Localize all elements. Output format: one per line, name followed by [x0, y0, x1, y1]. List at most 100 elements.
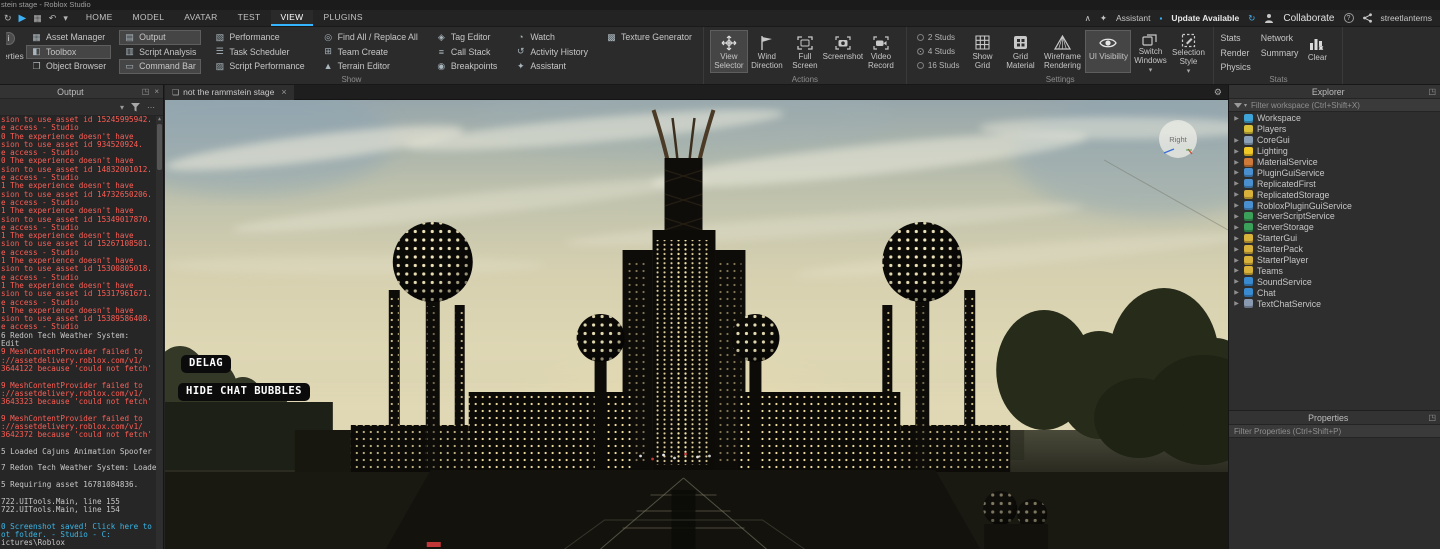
username-label[interactable]: streetlanterns	[1381, 13, 1433, 23]
explorer-tree-item[interactable]: ▶ CoreGui	[1229, 135, 1440, 146]
stud-radio-option[interactable]: 2 Studs	[917, 31, 960, 44]
switch-windows-button[interactable]: Switch Windows	[1131, 30, 1169, 73]
stats-toggle[interactable]: Network	[1261, 31, 1299, 46]
delag-overlay-button[interactable]: DELAG	[181, 355, 231, 373]
expand-arrow-icon[interactable]: ▶	[1233, 191, 1240, 198]
ribbon-toggle-button[interactable]: ⊞ Team Create	[318, 45, 423, 60]
expand-arrow-icon[interactable]: ▶	[1233, 224, 1240, 231]
explorer-tree-item[interactable]: ▶ ServerScriptService	[1229, 211, 1440, 222]
explorer-tree-item[interactable]: ▶ Lighting	[1229, 146, 1440, 157]
ribbon-tab[interactable]: MODEL	[123, 10, 175, 26]
expand-arrow-icon[interactable]: ▶	[1233, 169, 1240, 176]
explorer-tree-item[interactable]: ▶ ReplicatedFirst	[1229, 178, 1440, 189]
properties-filter-input[interactable]: Filter Properties (Ctrl+Shift+P)	[1229, 425, 1440, 438]
stud-radio-option[interactable]: 4 Studs	[917, 45, 960, 58]
hide-chat-bubbles-overlay-button[interactable]: HIDE CHAT BUBBLES	[178, 383, 310, 401]
more-options-icon[interactable]: ⋯	[147, 103, 155, 112]
ribbon-toggle-button[interactable]: ◧ Toolbox	[26, 45, 111, 60]
properties-button-cropped[interactable]: i erties	[6, 30, 26, 73]
ribbon-toggle-button[interactable]: ▤ Output	[119, 30, 201, 45]
ribbon-tab[interactable]: HOME	[76, 10, 123, 26]
quick-access-caret-icon[interactable]: ▾	[63, 13, 68, 24]
close-icon[interactable]: ×	[154, 87, 159, 96]
explorer-tree-item[interactable]: ▶ MaterialService	[1229, 157, 1440, 168]
ribbon-toggle-button[interactable]: ▥ Script Analysis	[119, 45, 201, 60]
expand-arrow-icon[interactable]: ▶	[1233, 115, 1240, 122]
explorer-tree-item[interactable]: ▶ PluginGuiService	[1229, 167, 1440, 178]
play-icon[interactable]: ▶	[19, 13, 27, 24]
show-grid-button[interactable]: Show Grid	[963, 30, 1001, 73]
expand-arrow-icon[interactable]: ▶	[1233, 267, 1240, 274]
output-context-caret-icon[interactable]: ▾	[120, 103, 124, 112]
grid-material-button[interactable]: Grid Material	[1001, 30, 1039, 73]
assistant-button[interactable]: Assistant	[1116, 13, 1151, 23]
stud-radio-option[interactable]: 16 Studs	[917, 59, 960, 72]
sync-icon[interactable]: ↻	[1248, 13, 1255, 24]
expand-arrow-icon[interactable]: ▶	[1233, 246, 1240, 253]
filter-funnel-icon[interactable]	[131, 103, 140, 112]
output-scrollbar[interactable]: ▲	[156, 116, 163, 549]
ribbon-toggle-button[interactable]: ◉ Breakpoints	[431, 59, 502, 74]
video-record-button[interactable]: Video Record	[862, 30, 900, 73]
popout-icon[interactable]: ◳	[1428, 87, 1436, 96]
ribbon-toggle-button[interactable]: ▦ Asset Manager	[26, 30, 111, 45]
ribbon-toggle-button[interactable]: ▨ Script Performance	[209, 59, 309, 74]
expand-arrow-icon[interactable]: ▶	[1233, 202, 1240, 209]
collaborate-button[interactable]: Collaborate	[1283, 13, 1334, 24]
save-icon[interactable]: ▦	[33, 13, 42, 24]
view-selector-button[interactable]: View Selector	[710, 30, 748, 73]
expand-arrow-icon[interactable]: ▶	[1233, 159, 1240, 166]
explorer-tree-item[interactable]: ▶ SoundService	[1229, 276, 1440, 287]
expand-arrow-icon[interactable]: ▶	[1233, 213, 1240, 220]
update-available-button[interactable]: Update Available	[1171, 13, 1239, 23]
expand-arrow-icon[interactable]: ▶	[1233, 137, 1240, 144]
explorer-tree-item[interactable]: Players	[1229, 124, 1440, 135]
ribbon-tab[interactable]: VIEW	[271, 10, 314, 26]
expand-arrow-icon[interactable]: ▶	[1233, 257, 1240, 264]
expand-arrow-icon[interactable]: ▶	[1233, 180, 1240, 187]
explorer-tree-item[interactable]: ▶ StarterPack	[1229, 244, 1440, 255]
viewport-gear-icon[interactable]: ⚙	[1214, 87, 1228, 98]
expand-arrow-icon[interactable]: ▶	[1233, 235, 1240, 242]
share-icon[interactable]	[1363, 13, 1372, 23]
ribbon-tab[interactable]: PLUGINS	[313, 10, 372, 26]
explorer-tree-item[interactable]: ▶ Teams	[1229, 265, 1440, 276]
ribbon-toggle-button[interactable]: ≡ Call Stack	[431, 45, 502, 60]
explorer-filter-input[interactable]: ▾ Filter workspace (Ctrl+Shift+X)	[1229, 99, 1440, 112]
scrollbar-up-icon[interactable]: ▲	[156, 116, 163, 122]
viewport-3d-scene[interactable]: DELAG HIDE CHAT BUBBLES Right	[165, 100, 1228, 549]
stats-toggle[interactable]: Stats	[1220, 31, 1250, 46]
ribbon-toggle-button[interactable]: ◎ Find All / Replace All	[318, 30, 423, 45]
expand-arrow-icon[interactable]: ▶	[1233, 300, 1240, 307]
explorer-tree-item[interactable]: ▶ RobloxPluginGuiService	[1229, 200, 1440, 211]
clear-stats-button[interactable]: Clear	[1298, 30, 1336, 73]
explorer-tree-item[interactable]: ▶ Workspace	[1229, 113, 1440, 124]
wireframe-rendering-button[interactable]: Wireframe Rendering	[1039, 30, 1085, 73]
ribbon-tab[interactable]: TEST	[228, 10, 271, 26]
ribbon-toggle-button[interactable]: ▧ Performance	[209, 30, 309, 45]
ribbon-tab[interactable]: AVATAR	[174, 10, 227, 26]
collapse-ribbon-icon[interactable]: ∧	[1085, 13, 1091, 24]
popout-icon[interactable]: ◳	[1428, 413, 1436, 422]
view-selector-cube[interactable]: Right	[1159, 120, 1197, 158]
ribbon-toggle-button[interactable]: ▭ Command Bar	[119, 59, 201, 74]
ribbon-toggle-button[interactable]: ✦ Assistant	[510, 59, 593, 74]
ribbon-toggle-button[interactable]: ❐ Object Browser	[26, 59, 111, 74]
ribbon-toggle-button[interactable]: ▩ Texture Generator	[601, 30, 697, 45]
output-log[interactable]: ▲ sion to use asset id 15245995942.e acc…	[0, 116, 163, 549]
stats-toggle[interactable]: Physics	[1220, 60, 1250, 75]
popout-icon[interactable]: ◳	[142, 87, 150, 96]
ribbon-toggle-button[interactable]: ◈ Tag Editor	[431, 30, 502, 45]
expand-arrow-icon[interactable]: ▶	[1233, 148, 1240, 155]
screenshot-button[interactable]: Screenshot	[824, 30, 862, 73]
ui-visibility-button[interactable]: UI Visibility	[1085, 30, 1131, 73]
ribbon-toggle-button[interactable]: ▲ Terrain Editor	[318, 59, 423, 74]
explorer-tree-item[interactable]: ▶ ReplicatedStorage	[1229, 189, 1440, 200]
stats-toggle[interactable]: Summary	[1261, 46, 1299, 61]
wind-direction-button[interactable]: Wind Direction	[748, 30, 786, 73]
explorer-tree-item[interactable]: ▶ StarterPlayer	[1229, 255, 1440, 266]
selection-style-button[interactable]: Selection Style	[1169, 30, 1207, 73]
help-icon[interactable]: ?	[1344, 13, 1354, 23]
expand-arrow-icon[interactable]: ▶	[1233, 278, 1240, 285]
tab-close-icon[interactable]: ×	[281, 87, 286, 97]
